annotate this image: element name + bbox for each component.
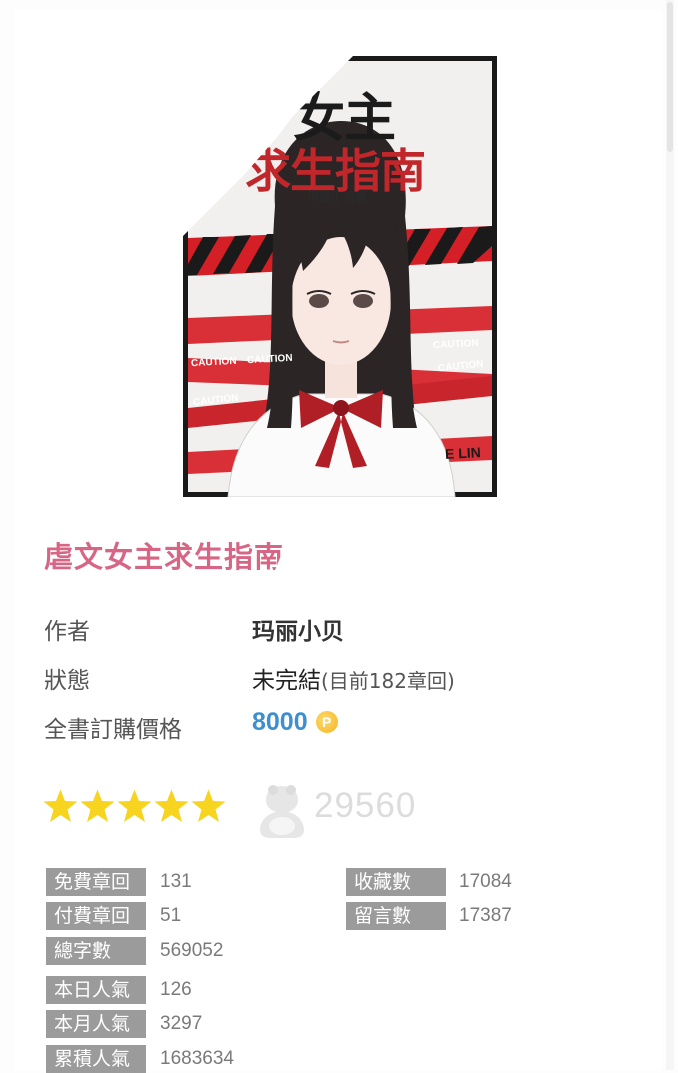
rating-stars[interactable]	[42, 788, 227, 828]
status-label: 狀態	[44, 668, 90, 694]
stat-label: 累積人氣	[46, 1045, 146, 1073]
stat-label: 留言數	[346, 902, 446, 930]
stat-label: 免費章回	[46, 868, 146, 896]
star-icon	[43, 789, 78, 822]
price-label: 全書訂購價格	[44, 717, 182, 743]
coin-icon: P	[315, 711, 338, 733]
stat-label: 本月人氣	[46, 1010, 146, 1038]
star-icon	[154, 789, 189, 822]
price-row: 8000 P	[252, 708, 338, 737]
stat-value: 17387	[459, 905, 512, 926]
author-label: 作者	[44, 619, 90, 645]
status-value-row: 未完結(目前182章回)	[252, 661, 455, 695]
book-title: 虐文女主求生指南	[44, 540, 285, 574]
status-value: 未完結	[252, 668, 321, 694]
star-icon	[191, 789, 226, 822]
stat-value: 17084	[459, 871, 512, 892]
stat-label: 付費章回	[46, 902, 146, 930]
stat-value: 3297	[160, 1013, 203, 1034]
stat-value: 1683634	[160, 1048, 234, 1069]
view-count: 29560	[314, 786, 417, 825]
scrollbar-thumb[interactable]	[667, 2, 673, 152]
stat-value: 131	[160, 871, 192, 892]
popularity-icon	[260, 785, 304, 838]
stat-label: 收藏數	[346, 868, 446, 896]
status-chapter-note: (目前182章回)	[321, 669, 455, 693]
title-smudge	[272, 530, 382, 576]
price-value: 8000	[252, 708, 308, 736]
stat-value: 569052	[160, 940, 224, 961]
star-icon	[117, 789, 152, 822]
scrollbar-track[interactable]	[666, 0, 674, 1070]
book-cover[interactable]: 女主 求生指南 玛丽小贝著 CAUTION CAUTION CAUTION CA…	[183, 56, 497, 497]
stat-label: 本日人氣	[46, 976, 146, 1004]
stat-value: 51	[160, 905, 182, 926]
stat-label: 總字數	[46, 937, 146, 965]
cover-torn-corner	[183, 56, 353, 236]
stat-value: 126	[160, 979, 192, 1000]
author-link[interactable]: 玛丽小贝	[252, 612, 344, 646]
star-icon	[80, 789, 115, 822]
